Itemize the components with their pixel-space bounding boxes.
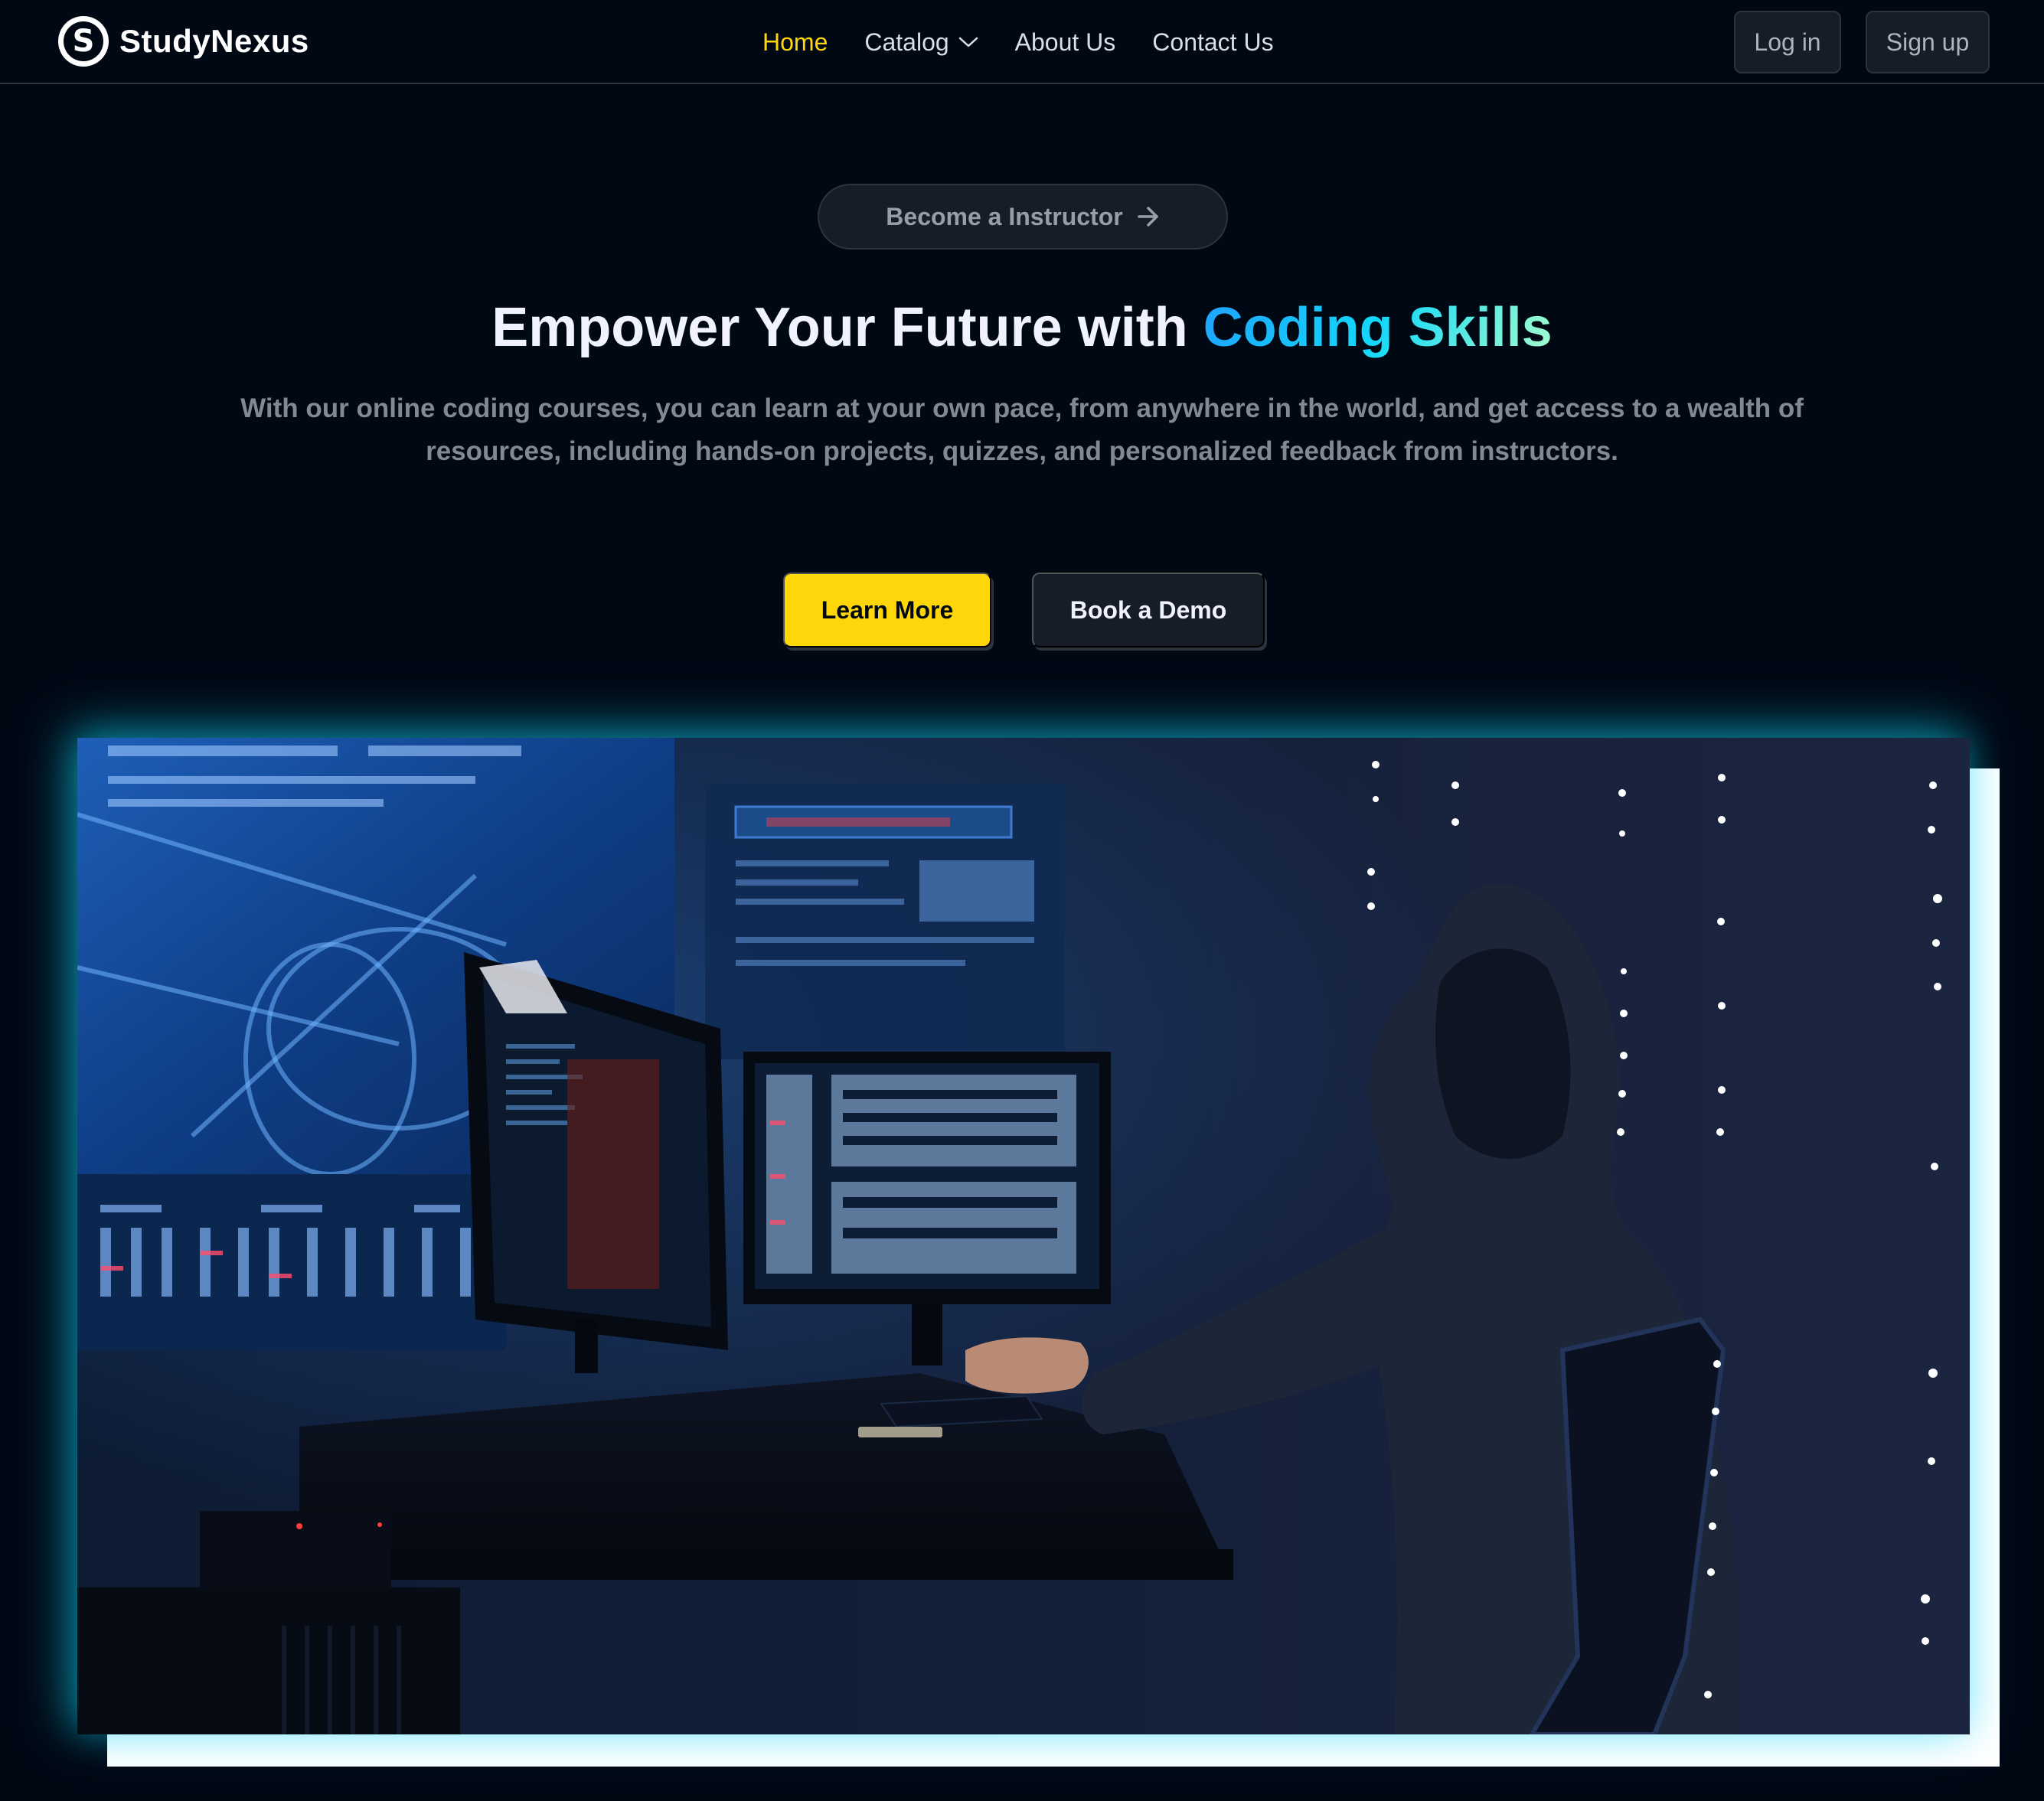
logo-letter: S [64,21,103,61]
become-instructor-button[interactable]: Become a Instructor [818,184,1228,250]
chevron-down-icon [958,37,978,47]
arrow-right-icon [1137,207,1158,227]
nav-link-contact[interactable]: Contact Us [1152,28,1273,57]
signup-button[interactable]: Sign up [1866,11,1990,73]
hero-headline-prefix: Empower Your Future with [491,297,1203,358]
book-demo-button[interactable]: Book a Demo [1032,573,1265,648]
main-nav: Home Catalog About Us Contact Us [762,23,1274,61]
learn-more-button[interactable]: Learn More [783,573,991,648]
nav-link-about[interactable]: About Us [1015,28,1116,57]
hero-headline-highlight: Coding Skills [1203,297,1553,358]
nav-link-catalog[interactable]: Catalog [864,28,978,57]
brand-name: StudyNexus [119,23,309,59]
hero-subtext: With our online coding courses, you can … [240,393,1804,466]
nav-link-home[interactable]: Home [762,28,828,57]
nav-link-catalog-label: Catalog [864,28,949,56]
brand-logo[interactable]: S StudyNexus [58,16,309,67]
become-instructor-label: Become a Instructor [886,202,1123,230]
hero-video[interactable] [77,738,1970,1734]
hero-video-illustration [77,738,1970,1734]
hero-headline: Empower Your Future with Coding Skills [0,291,2044,364]
logo-mark-icon: S [58,16,109,67]
login-button[interactable]: Log in [1734,11,1841,73]
navbar: S StudyNexus Home Catalog About Us Conta… [0,0,2044,84]
